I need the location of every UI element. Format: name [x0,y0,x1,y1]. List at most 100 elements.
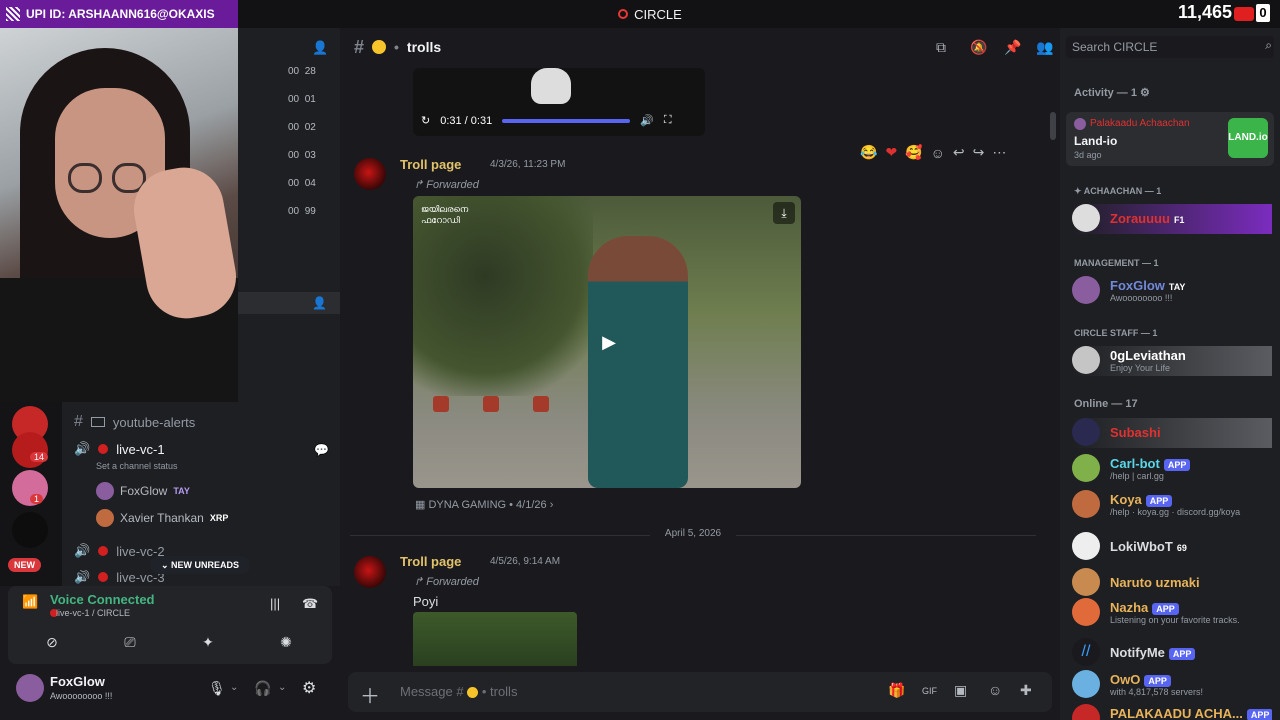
image-attachment[interactable] [413,612,577,666]
chevron-down-icon[interactable]: ⌄ [230,682,238,693]
forward-source[interactable]: ▦ DYNA GAMING • 4/1/26 › [415,498,553,511]
camera-off-button[interactable]: ⊘ [22,630,82,654]
member-item[interactable]: Koya APP /help · koya.gg · discord.gg/koy… [1072,490,1272,520]
headphones-icon[interactable]: 🎧 [254,680,271,697]
member-item[interactable]: Nazha APP Listening on your favorite trac… [1072,598,1272,628]
member-name: FoxGlow [120,484,168,498]
server-icon[interactable] [12,512,48,548]
voice-channel-live-vc-3[interactable]: 🔊 live-vc-3 [74,570,165,584]
scrollbar-thumb[interactable] [1050,112,1056,140]
member-item[interactable]: // NotifyMe APP [1072,638,1272,668]
voice-count: 00 02 [288,122,316,133]
add-member-icon[interactable]: 👤 [312,40,328,56]
replay-icon[interactable]: ↻ [421,114,430,127]
voice-count: 00 99 [288,206,316,217]
reply-icon[interactable]: ↩ [953,144,965,161]
avatar [1072,704,1100,720]
member-item[interactable]: FoxGlow TAY Awoooooooo !!! [1072,276,1272,306]
more-icon[interactable]: ⋯ [992,144,1006,161]
settings-gear-icon[interactable]: ⚙ [302,678,316,698]
voice-channel-path[interactable]: live-vc-1 / CIRCLE [56,608,130,618]
message-author[interactable]: Troll page [400,157,461,172]
add-attachment-icon[interactable]: ＋ [360,680,380,709]
avatar[interactable] [354,158,386,190]
member-item[interactable]: 0gLeviathan Enjoy Your Life [1072,346,1272,376]
sticker-icon[interactable]: ▣ [954,682,967,699]
set-status[interactable]: Set a channel status [96,461,178,471]
invite-icon[interactable]: 👤 [312,296,327,310]
gift-icon[interactable]: 🎁 [888,682,905,699]
user-name[interactable]: FoxGlow [50,674,105,689]
emoji-picker-icon[interactable]: ☺ [988,682,1002,698]
forward-icon[interactable]: ↪ [973,144,985,161]
play-icon[interactable]: ▶ [595,328,623,356]
microphone-icon[interactable]: 🎙 [208,680,226,697]
avatar [96,509,114,527]
search-icon[interactable]: ⌕ [1265,38,1272,53]
member-name: Nazha APP [1110,600,1179,615]
voice-member[interactable]: Xavier Thankan XRP [96,509,228,527]
download-icon[interactable]: ⤓ [773,202,795,224]
laugh-reaction-icon[interactable]: 😂 [860,144,877,161]
server-icon [618,9,629,19]
role-header: CIRCLE STAFF — 1 [1074,328,1158,338]
member-item[interactable]: LokiWboT 69 [1072,532,1272,562]
soundboard-button[interactable]: ✺ [256,630,316,654]
avatar [1072,454,1100,482]
member-item[interactable]: Carl-bot APP /help | carl.gg [1072,454,1272,484]
voice-connected-panel: 📶 Voice Connected live-vc-1 / CIRCLE |||… [8,586,332,664]
live-dot [98,572,109,582]
mute-bell-icon[interactable]: 🔕 [970,39,987,56]
voice-count: 00 04 [288,178,316,189]
activity-card[interactable]: Palakaadu Achaachan Land-io 3d ago LAND.… [1066,112,1274,166]
message-author[interactable]: Troll page [400,554,461,569]
fullscreen-icon[interactable]: ⛶ [664,114,672,127]
member-list: Search CIRCLE ⌕ Activity — 1 ⚙ Palakaadu… [1060,28,1280,720]
progress-bar[interactable] [502,118,631,123]
member-item[interactable]: Zorauuuu F1 [1072,204,1272,234]
new-unreads-pill[interactable]: ⌄ NEW UNREADS [150,556,250,574]
search-input[interactable]: Search CIRCLE [1066,36,1274,58]
add-reaction-icon[interactable]: ☺ [931,145,945,161]
apps-icon[interactable]: ✚ [1020,682,1032,699]
pin-icon[interactable]: 📌 [1004,39,1021,56]
member-item[interactable]: Subashi [1072,418,1272,448]
volume-icon[interactable]: 🔊 [640,114,654,127]
video-player[interactable]: ↻ 0:31 / 0:31 🔊 ⛶ [413,68,705,136]
activities-button[interactable]: ✦ [178,630,238,654]
server-icon[interactable] [12,432,48,468]
disconnect-icon[interactable]: ☎ [302,596,318,612]
video-attachment[interactable]: ജയിലരനെ ഫറോഡി ▶ ⤓ [413,196,801,488]
news-icon [90,417,105,427]
message-text: Poyi [413,594,439,609]
channel-name: trolls [406,39,442,55]
member-list-icon[interactable]: 👥 [1036,39,1053,56]
threads-icon[interactable]: ⧉ [936,39,946,56]
voice-channel-live-vc-2[interactable]: 🔊 live-vc-2 [74,543,165,559]
member-status: /help · koya.gg · discord.gg/koya [1110,507,1241,517]
voice-count: 00 28 [288,66,316,77]
heart-reaction-icon[interactable]: ❤ [885,144,897,161]
member-item[interactable]: Naruto uzmaki [1072,568,1272,598]
message-input[interactable]: Message # • trolls [400,684,517,699]
love-face-reaction-icon[interactable]: 🥰 [905,144,922,161]
avatar [96,482,114,500]
channel-youtube-alerts[interactable]: # youtube-alerts [74,413,195,431]
member-status: Awoooooooo !!! [1110,293,1173,303]
member-item[interactable]: OwO APP with 4,817,578 servers! [1072,670,1272,700]
voice-channel-live-vc-1[interactable]: 🔊 live-vc-1 [74,441,165,457]
avatar[interactable] [16,674,44,702]
gif-icon[interactable]: GIF [922,686,937,696]
screenshare-button[interactable]: ⎚ [100,630,160,654]
webcam-overlay [0,28,238,402]
voice-status: Voice Connected [50,592,155,607]
member-name: Koya APP [1110,492,1173,507]
voice-member[interactable]: FoxGlow TAY [96,482,190,500]
member-item[interactable]: PALAKAADU ACHA... APP [1072,704,1272,720]
noise-suppression-icon[interactable]: ||| [270,596,280,611]
chat-bubble-icon[interactable]: 💬 [314,443,329,457]
upi-banner: UPI ID: ARSHAANN616@OKAXIS [0,0,238,28]
chevron-down-icon[interactable]: ⌄ [278,682,286,693]
emoji-icon [372,40,387,54]
avatar[interactable] [354,556,386,588]
